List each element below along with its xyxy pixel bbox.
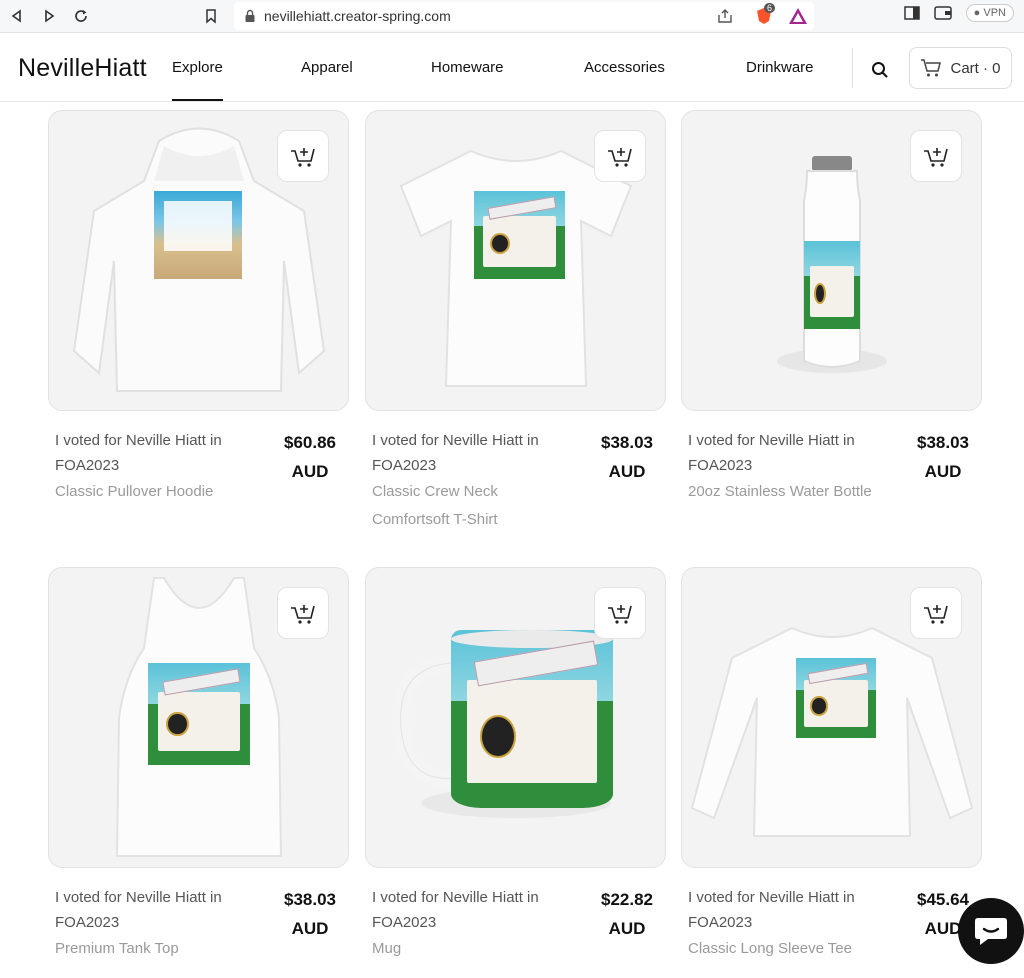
cart-button[interactable]: Cart · 0 xyxy=(909,47,1012,89)
cart-icon xyxy=(920,58,942,78)
nav-accessories[interactable]: Accessories xyxy=(584,59,665,76)
product-price: $60.86 AUD xyxy=(284,433,336,481)
product-type: 20oz Stainless Water Bottle xyxy=(688,483,872,500)
product-type: Classic Pullover Hoodie xyxy=(55,483,214,500)
add-to-cart-icon[interactable] xyxy=(910,130,962,182)
add-to-cart-icon[interactable] xyxy=(910,587,962,639)
print-design xyxy=(796,658,876,738)
product-price: $38.03 AUD xyxy=(917,433,969,481)
browser-toolbar: nevillehiatt.creator-spring.com 6 ● VPN xyxy=(0,0,1024,33)
product-title[interactable]: I voted for Neville Hiatt in FOA2023 xyxy=(372,428,572,478)
add-to-cart-icon[interactable] xyxy=(277,130,329,182)
print-design xyxy=(474,191,565,279)
site-header: NevilleHiatt Explore Apparel Homeware Ac… xyxy=(0,34,1024,102)
wallet-icon[interactable] xyxy=(933,6,952,20)
add-to-cart-icon[interactable] xyxy=(277,587,329,639)
brave-badge: 6 xyxy=(764,3,776,13)
add-to-cart-icon[interactable] xyxy=(594,130,646,182)
site-logo[interactable]: NevilleHiatt xyxy=(18,54,147,83)
cart-label: Cart · 0 xyxy=(950,59,1001,77)
print-design xyxy=(804,241,860,329)
address-bar[interactable]: nevillehiatt.creator-spring.com 6 xyxy=(234,2,814,30)
sidebar-icon[interactable] xyxy=(903,6,920,20)
brave-rewards-icon[interactable] xyxy=(788,7,808,25)
product-price: $38.03 AUD xyxy=(601,433,653,481)
lock-icon xyxy=(244,9,256,23)
product-title[interactable]: I voted for Neville Hiatt in FOA2023 xyxy=(372,885,572,935)
nav-apparel[interactable]: Apparel xyxy=(301,59,353,76)
url-text: nevillehiatt.creator-spring.com xyxy=(264,8,451,24)
product-title[interactable]: I voted for Neville Hiatt in FOA2023 xyxy=(688,428,888,478)
add-to-cart-icon[interactable] xyxy=(594,587,646,639)
search-icon[interactable] xyxy=(868,58,892,82)
back-icon[interactable] xyxy=(6,5,28,27)
nav-explore[interactable]: Explore xyxy=(172,59,223,101)
product-price: $38.03 AUD xyxy=(284,890,336,938)
chat-icon[interactable] xyxy=(958,898,1024,964)
product-title[interactable]: I voted for Neville Hiatt in FOA2023 xyxy=(55,885,255,935)
nav-homeware[interactable]: Homeware xyxy=(431,59,504,76)
product-title[interactable]: I voted for Neville Hiatt in FOA2023 xyxy=(688,885,888,935)
product-title[interactable]: I voted for Neville Hiatt in FOA2023 xyxy=(55,428,255,478)
brave-shield-icon[interactable]: 6 xyxy=(754,3,776,26)
product-type: Classic Long Sleeve Tee xyxy=(688,940,852,957)
reload-icon[interactable] xyxy=(70,5,92,27)
print-design xyxy=(148,663,250,765)
product-type: Classic Crew Neck Comfortsoft T-Shirt xyxy=(372,483,498,528)
print-design xyxy=(451,630,613,808)
vpn-button[interactable]: ● VPN xyxy=(965,4,1014,22)
print-design xyxy=(154,191,242,279)
product-type: Mug xyxy=(372,940,402,957)
header-divider xyxy=(852,48,853,88)
forward-icon[interactable] xyxy=(38,5,60,27)
product-type: Premium Tank Top xyxy=(55,940,179,957)
share-icon[interactable] xyxy=(716,8,734,24)
nav-drinkware[interactable]: Drinkware xyxy=(746,59,814,76)
product-price: $22.82 AUD xyxy=(601,890,653,938)
bookmark-icon[interactable] xyxy=(200,5,222,27)
